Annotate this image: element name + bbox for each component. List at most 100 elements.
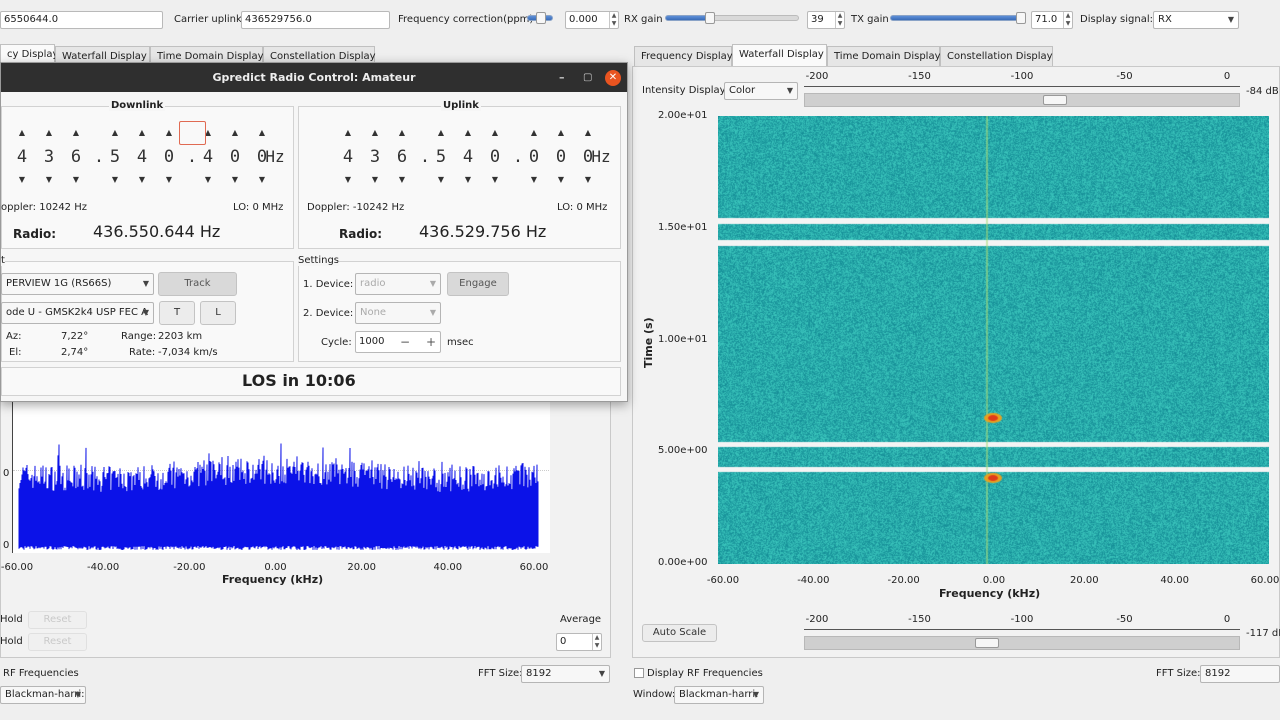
triangle-up-icon[interactable]: ▲ — [252, 128, 272, 137]
track-button[interactable]: Track — [158, 272, 237, 296]
frequency-correction-field[interactable]: 0.000 ▲ ▼ — [565, 11, 619, 29]
triangle-down-icon[interactable]: ▼ — [365, 175, 385, 184]
downlink-digit[interactable]: 6 — [66, 147, 86, 167]
triangle-up-icon[interactable]: ▲ — [392, 128, 412, 137]
average-field[interactable]: 0 ▲ ▼ — [556, 633, 602, 651]
right-tab-frequency-display[interactable]: Frequency Display — [634, 46, 733, 66]
right-fft-size-select[interactable]: 8192 — [1200, 665, 1280, 683]
rx-gain-field[interactable]: 39 ▲ ▼ — [807, 11, 845, 29]
close-icon[interactable]: ✕ — [605, 70, 621, 86]
downlink-digit[interactable]: 5 — [105, 147, 125, 167]
left-window-select[interactable]: Blackman-harri: ▼ — [0, 686, 86, 704]
tx-gain-slider-handle[interactable] — [1016, 12, 1026, 24]
tx-gain-slider-fill[interactable] — [890, 15, 1022, 21]
cycle-increment-button[interactable]: + — [426, 332, 436, 352]
triangle-down-icon[interactable]: ▼ — [159, 175, 179, 184]
triangle-down-icon[interactable]: ▼ — [485, 175, 505, 184]
triangle-down-icon[interactable]: ▼ — [225, 175, 245, 184]
uplink-digit[interactable]: 0 — [551, 147, 571, 167]
triangle-down-icon[interactable]: ▼ — [66, 175, 86, 184]
triangle-down-icon[interactable]: ▼ — [198, 175, 218, 184]
triangle-up-icon[interactable]: ▲ — [365, 128, 385, 137]
triangle-down-icon[interactable]: ▼ — [39, 175, 59, 184]
average-spin-icon[interactable]: ▲ ▼ — [592, 634, 601, 650]
triangle-up-icon[interactable]: ▲ — [431, 128, 451, 137]
cycle-decrement-button[interactable]: − — [400, 332, 410, 352]
triangle-up-icon[interactable]: ▲ — [105, 128, 125, 137]
bottom-intensity-slider-handle[interactable] — [975, 638, 999, 648]
rx-gain-slider-track[interactable] — [711, 15, 799, 21]
display-rf-frequencies-checkbox[interactable] — [634, 668, 644, 678]
top-intensity-slider[interactable] — [804, 93, 1240, 107]
triangle-up-icon[interactable]: ▲ — [132, 128, 152, 137]
downlink-digit[interactable]: 3 — [39, 147, 59, 167]
rx-frequency-field[interactable]: 6550644.0 — [0, 11, 163, 29]
uplink-digit[interactable]: 4 — [458, 147, 478, 167]
left-fft-size-select[interactable]: 8192 ▼ — [521, 665, 610, 683]
downlink-digit[interactable]: 4 — [132, 147, 152, 167]
downlink-digit[interactable]: 4 — [198, 147, 218, 167]
triangle-up-icon[interactable]: ▲ — [485, 128, 505, 137]
triangle-up-icon[interactable]: ▲ — [159, 128, 179, 137]
bottom-intensity-slider[interactable] — [804, 636, 1240, 650]
triangle-up-icon[interactable]: ▲ — [578, 128, 598, 137]
triangle-down-icon[interactable]: ▼ — [105, 175, 125, 184]
triangle-down-icon[interactable]: ▼ — [12, 175, 32, 184]
triangle-down-icon[interactable]: ▼ — [431, 175, 451, 184]
frequency-correction-slider-handle[interactable] — [536, 12, 546, 24]
downlink-digit[interactable]: 0 — [225, 147, 245, 167]
tx-gain-field[interactable]: 71.0 ▲ ▼ — [1031, 11, 1073, 29]
display-signal-select[interactable]: RX ▼ — [1153, 11, 1239, 29]
triangle-up-icon[interactable]: ▲ — [39, 128, 59, 137]
right-tab-waterfall-display[interactable]: Waterfall Display — [732, 44, 827, 66]
top-intensity-slider-handle[interactable] — [1043, 95, 1067, 105]
display-rf-frequencies-label[interactable]: Display RF Frequencies — [647, 668, 763, 679]
cycle-field[interactable]: 1000 − + — [355, 331, 441, 353]
triangle-down-icon[interactable]: ▼ — [252, 175, 272, 184]
right-tab-constellation-display[interactable]: Constellation Display — [940, 46, 1053, 66]
triangle-up-icon[interactable]: ▲ — [458, 128, 478, 137]
downlink-digit[interactable]: 0 — [159, 147, 179, 167]
l-button[interactable]: L — [200, 301, 236, 325]
triangle-down-icon[interactable]: ▼ — [338, 175, 358, 184]
triangle-down-icon[interactable]: ▼ — [458, 175, 478, 184]
hold1-reset-button[interactable]: Reset — [28, 611, 87, 629]
frequency-correction-spin-icon[interactable]: ▲ ▼ — [609, 12, 618, 28]
rx-gain-slider-handle[interactable] — [705, 12, 715, 24]
triangle-down-icon[interactable]: ▼ — [578, 175, 598, 184]
triangle-down-icon[interactable]: ▼ — [551, 175, 571, 184]
hold2-reset-button[interactable]: Reset — [28, 633, 87, 651]
transponder-select[interactable]: ode U - GMSK2k4 USP FEC A ▼ — [1, 302, 154, 324]
intensity-display-select[interactable]: Color ▼ — [724, 82, 798, 100]
carrier-uplink-field[interactable]: 436529756.0 — [241, 11, 390, 29]
downlink-digit[interactable]: 4 — [12, 147, 32, 167]
triangle-up-icon[interactable]: ▲ — [225, 128, 245, 137]
triangle-down-icon[interactable]: ▼ — [524, 175, 544, 184]
satellite-select[interactable]: PERVIEW 1G (RS66S) ▼ — [1, 273, 154, 295]
tx-gain-spin-icon[interactable]: ▲ ▼ — [1063, 12, 1072, 28]
uplink-digit[interactable]: 0 — [524, 147, 544, 167]
triangle-up-icon[interactable]: ▲ — [338, 128, 358, 137]
device2-select[interactable]: None ▼ — [355, 302, 441, 324]
engage-button[interactable]: Engage — [447, 272, 509, 296]
triangle-down-icon[interactable]: ▼ — [392, 175, 412, 184]
triangle-up-icon[interactable]: ▲ — [12, 128, 32, 137]
triangle-up-icon[interactable]: ▲ — [66, 128, 86, 137]
rx-gain-spin-icon[interactable]: ▲ ▼ — [835, 12, 844, 28]
uplink-digit[interactable]: 0 — [485, 147, 505, 167]
triangle-down-icon[interactable]: ▼ — [132, 175, 152, 184]
uplink-digit[interactable]: 3 — [365, 147, 385, 167]
auto-scale-button[interactable]: Auto Scale — [642, 624, 717, 642]
uplink-digit[interactable]: 5 — [431, 147, 451, 167]
triangle-up-icon[interactable]: ▲ — [524, 128, 544, 137]
minimize-icon[interactable]: – — [559, 63, 565, 92]
triangle-up-icon[interactable]: ▲ — [551, 128, 571, 137]
t-button[interactable]: T — [159, 301, 195, 325]
uplink-digit[interactable]: 6 — [392, 147, 412, 167]
device1-select[interactable]: radio ▼ — [355, 273, 441, 295]
right-tab-time-domain-display[interactable]: Time Domain Display — [827, 46, 941, 66]
maximize-icon[interactable]: ▢ — [583, 63, 592, 92]
left-rf-frequencies-label[interactable]: RF Frequencies — [3, 668, 79, 679]
uplink-digit[interactable]: 4 — [338, 147, 358, 167]
right-window-select[interactable]: Blackman-harri: ▼ — [674, 686, 764, 704]
